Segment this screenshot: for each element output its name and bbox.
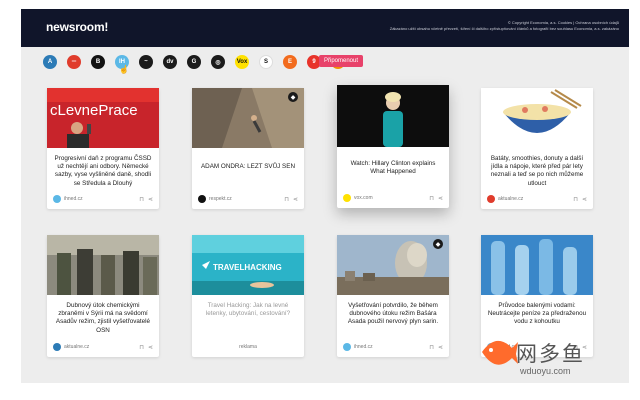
article-title[interactable]: Průvodce balenými vodami: Neutrácejte pe… — [487, 302, 587, 327]
watermark-url: wduoyu.com — [520, 366, 571, 376]
card-footer: reklama — [198, 342, 298, 352]
source-favicon — [487, 195, 495, 203]
share-icon[interactable]: ⋖ — [582, 196, 587, 203]
mouse-cursor-icon: ☝ — [119, 65, 129, 74]
source-vox-icon[interactable]: Vox — [235, 55, 249, 69]
article-title[interactable]: Batáty, smoothies, donuty a další jídla … — [487, 155, 587, 188]
source-name: aktualne.cz — [498, 196, 524, 202]
share-icon[interactable]: ⋖ — [438, 344, 443, 351]
card-footer: vox.com ⊓ ⋖ — [343, 193, 443, 203]
source-name: ihned.cz — [354, 344, 373, 350]
source-aktualne-icon[interactable]: ═ — [67, 55, 81, 69]
article-title[interactable]: Vyšetřování potvrdilo, že během dubnovéh… — [343, 302, 443, 327]
card-footer: respekt.cz ⊓ ⋖ — [198, 194, 298, 204]
article-card[interactable]: Dubnový útok chemickými zbraněmi v Sýrii… — [47, 235, 159, 357]
source-favicon — [198, 195, 206, 203]
source-name: vox.com — [354, 195, 373, 201]
card-footer: aktualne.cz ⊓ ⋖ — [53, 342, 153, 352]
thumb-travelhacking: TRAVELHACKING — [192, 235, 304, 295]
source-name: ihned.cz — [64, 196, 83, 202]
article-card[interactable]: cLevnePrace Progresivní daň z programu Č… — [47, 88, 159, 209]
article-card[interactable]: Batáty, smoothies, donuty a další jídla … — [481, 88, 593, 209]
article-title[interactable]: Travel Hacking: Jak na levné letenky, ub… — [198, 302, 298, 318]
bookmark-icon[interactable]: ⊓ — [139, 344, 144, 351]
bookmark-icon[interactable]: ⊓ — [429, 195, 434, 202]
ad-label: reklama — [239, 344, 257, 350]
legal-line-2: Zákazáno užití obsahu včetně převzetí, š… — [389, 26, 619, 31]
source-g-icon[interactable]: G — [187, 55, 201, 69]
source-name: aktualne.cz — [64, 344, 90, 350]
source-b-icon[interactable]: B — [91, 55, 105, 69]
thumb-text: TRAVELHACKING — [213, 263, 282, 272]
bookmark-icon[interactable]: ⊓ — [429, 344, 434, 351]
bookmark-icon[interactable]: ⊓ — [573, 196, 578, 203]
thumb-noodles — [481, 88, 593, 148]
article-card[interactable]: ◆ Vyšetřování potvrdilo, že během dubnov… — [337, 235, 449, 357]
share-icon[interactable]: ⋖ — [293, 196, 298, 203]
source-favicon — [343, 194, 351, 202]
ad-card[interactable]: TRAVELHACKING Travel Hacking: Jak na lev… — [192, 235, 304, 357]
filter-pill[interactable]: Připomenout — [319, 55, 364, 67]
article-card-hover[interactable]: Watch: Hillary Clinton explains What Hap… — [337, 85, 449, 208]
article-title[interactable]: Dubnový útok chemickými zbraněmi v Sýrii… — [53, 302, 153, 335]
article-title[interactable]: ADAM ONDRA: LEZT SVŮJ SEN — [198, 163, 298, 171]
share-icon[interactable]: ⋖ — [438, 195, 443, 202]
source-dvtv-icon[interactable]: dv — [163, 55, 177, 69]
fish-logo-icon — [482, 340, 518, 365]
article-title[interactable]: Progresivní daň z programu ČSSD už necht… — [53, 155, 153, 188]
source-favicon — [53, 343, 61, 351]
source-lidovky-icon[interactable]: ~ — [139, 55, 153, 69]
thumb-water — [481, 235, 593, 295]
source-a-icon[interactable]: A — [43, 55, 57, 69]
source-name: respekt.cz — [209, 196, 232, 202]
thumb-smoke: ◆ — [337, 235, 449, 295]
bookmark-icon[interactable]: ⊓ — [139, 196, 144, 203]
premium-badge-icon: ◆ — [288, 92, 298, 102]
thumb-climber: ◆ — [192, 88, 304, 148]
source-s-icon[interactable]: S — [259, 55, 273, 69]
thumb-soldiers — [47, 235, 159, 295]
watermark-brand: 网多鱼 — [516, 342, 585, 366]
app-window: newsroom! © Copyright Economia, a.s. Coo… — [21, 9, 629, 383]
thumb-clinton — [337, 85, 449, 147]
source-favicon — [53, 195, 61, 203]
legal-notice: © Copyright Economia, a.s. Cookies | Och… — [369, 20, 619, 32]
top-bar: newsroom! © Copyright Economia, a.s. Coo… — [21, 9, 629, 47]
thumb-text: cLevnePrace — [50, 102, 138, 119]
thumb-speaker: cLevnePrace — [47, 88, 159, 148]
card-footer: ihned.cz ⊓ ⋖ — [53, 194, 153, 204]
source-e-icon[interactable]: E — [283, 55, 297, 69]
card-footer: aktualne.cz ⊓ ⋖ — [487, 194, 587, 204]
article-card[interactable]: ◆ ADAM ONDRA: LEZT SVŮJ SEN respekt.cz ⊓… — [192, 88, 304, 209]
app-logo[interactable]: newsroom! — [46, 20, 108, 34]
premium-badge-icon: ◆ — [433, 239, 443, 249]
bookmark-icon[interactable]: ⊓ — [284, 196, 289, 203]
share-icon[interactable]: ⋖ — [148, 344, 153, 351]
card-footer: ihned.cz ⊓ ⋖ — [343, 342, 443, 352]
source-favicon — [343, 343, 351, 351]
source-globe-icon[interactable]: ◎ — [211, 55, 225, 69]
article-title[interactable]: Watch: Hillary Clinton explains What Hap… — [343, 160, 443, 176]
share-icon[interactable]: ⋖ — [148, 196, 153, 203]
watermark: 网多鱼 wduoyu.com — [478, 330, 628, 390]
